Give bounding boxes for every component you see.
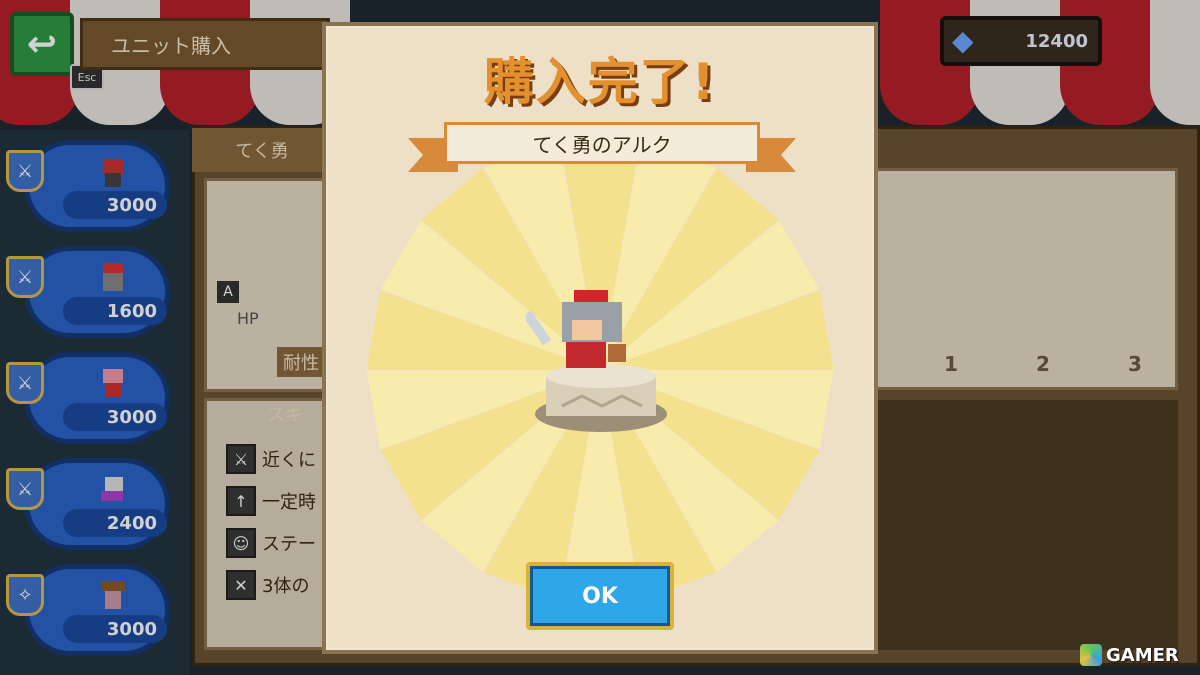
gamer-logo-icon: [1080, 644, 1102, 666]
gamer-watermark: GAMER: [1080, 642, 1196, 668]
hero-sprite: [526, 290, 626, 368]
dialog-title: 購入完了!: [483, 53, 717, 111]
ok-button[interactable]: OK: [526, 562, 674, 630]
unit-name-ribbon: てく勇のアルク: [444, 122, 760, 164]
